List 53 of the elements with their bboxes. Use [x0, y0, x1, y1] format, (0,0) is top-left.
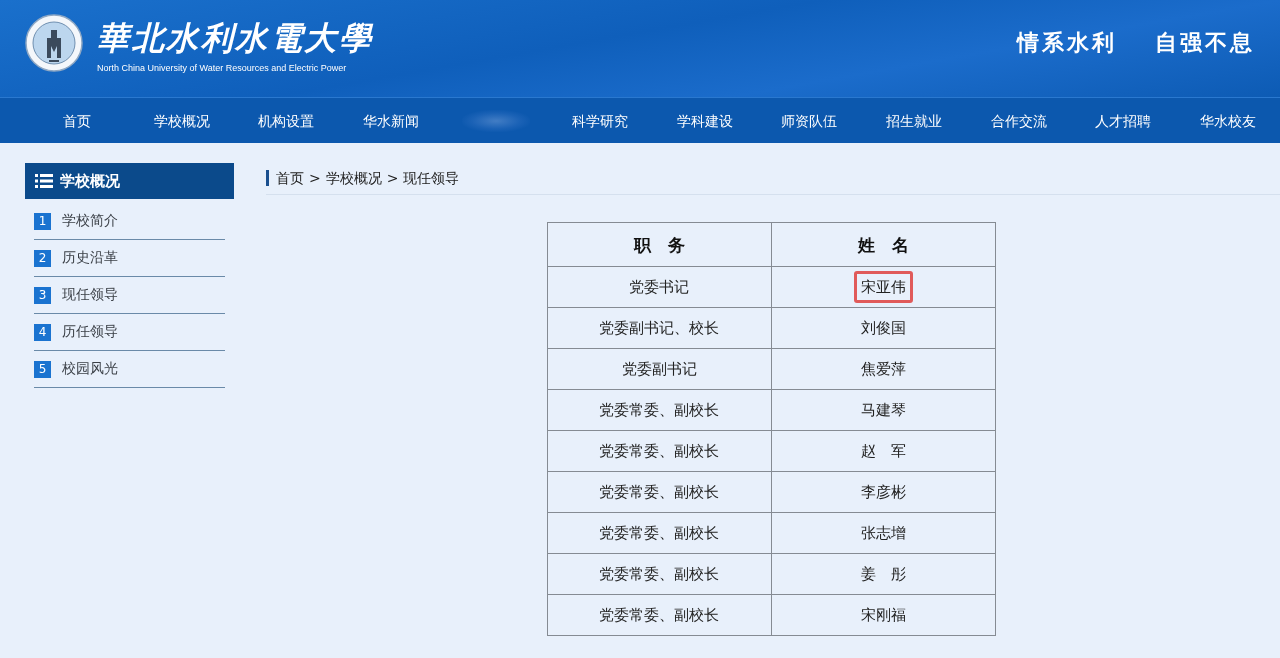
column-header: 姓 名	[771, 222, 995, 267]
nav-link[interactable]: 科学研究	[570, 110, 631, 131]
nav-link[interactable]: 华水新闻	[361, 110, 422, 131]
slogan-text: 自强不息	[1155, 27, 1255, 57]
item-number: 4	[34, 323, 51, 341]
table-cell: 党委常委、副校长	[547, 512, 771, 554]
nav-link[interactable]: 华水校友	[1197, 110, 1258, 131]
sidebar-item[interactable]: 4 历任领导	[34, 314, 225, 351]
table-cell: 党委副书记	[547, 348, 771, 390]
nav-link[interactable]: 师资队伍	[779, 110, 840, 131]
university-english-name: North China University of Water Resources and Electric Power	[97, 61, 348, 74]
table-cell: 党委常委、副校长	[547, 471, 771, 513]
breadcrumb-separator: >	[309, 170, 321, 186]
sidebar-item[interactable]: 2 历史沿革	[34, 240, 225, 277]
table-cell: 党委常委、副校长	[547, 389, 771, 431]
table-cell: 党委常委、副校长	[547, 553, 771, 595]
item-number: 1	[34, 212, 51, 230]
person-name: 赵 军	[859, 441, 907, 462]
person-name: 刘俊国	[859, 318, 907, 339]
item-number: 3	[34, 286, 51, 304]
emblem-icon	[25, 13, 83, 72]
table-cell: 党委书记	[547, 266, 771, 308]
person-name: 姜 彤	[859, 564, 907, 585]
column-header: 职 务	[547, 222, 771, 267]
university-name: 華北水利水電大學	[97, 17, 373, 59]
table-cell: 党委常委、副校长	[547, 594, 771, 636]
slogan-text: 情系水利	[1017, 27, 1117, 57]
table-cell: 党委副书记、校长	[547, 307, 771, 349]
nav-link[interactable]: 招生就业	[883, 110, 944, 131]
list-icon	[35, 174, 53, 188]
sidebar-item[interactable]: 1 学校简介	[34, 203, 225, 240]
person-name: 宋亚伟	[853, 271, 913, 303]
table-cell: 党委常委、副校长	[547, 430, 771, 472]
person-name: 李彦彬	[859, 482, 907, 503]
person-name: 焦爱萍	[859, 359, 907, 380]
breadcrumb-link[interactable]: 现任领导	[403, 170, 460, 186]
sidebar-title: 学校概况	[60, 171, 120, 191]
person-name: 马建琴	[859, 400, 907, 421]
person-name: 张志增	[859, 523, 907, 544]
breadcrumb-link[interactable]: 学校概况	[325, 170, 382, 186]
nav-link[interactable]: 人才招聘	[1093, 110, 1154, 131]
nav-link[interactable]: 学校概况	[151, 110, 212, 131]
sidebar-item[interactable]: 5 校园风光	[34, 351, 225, 388]
item-number: 2	[34, 249, 51, 267]
item-number: 5	[34, 360, 51, 378]
breadcrumb-link[interactable]: 首页	[276, 170, 304, 186]
breadcrumb-separator: >	[386, 170, 399, 186]
person-name: 宋刚福	[859, 605, 907, 626]
nav-link[interactable]: 学科建设	[674, 110, 735, 131]
nav-link[interactable]: 机构设置	[256, 110, 317, 131]
sidebar-item[interactable]: 3 现任领导	[34, 277, 225, 314]
nav-link[interactable]: 合作交流	[988, 110, 1049, 131]
nav-link[interactable]: 首页	[61, 110, 94, 131]
